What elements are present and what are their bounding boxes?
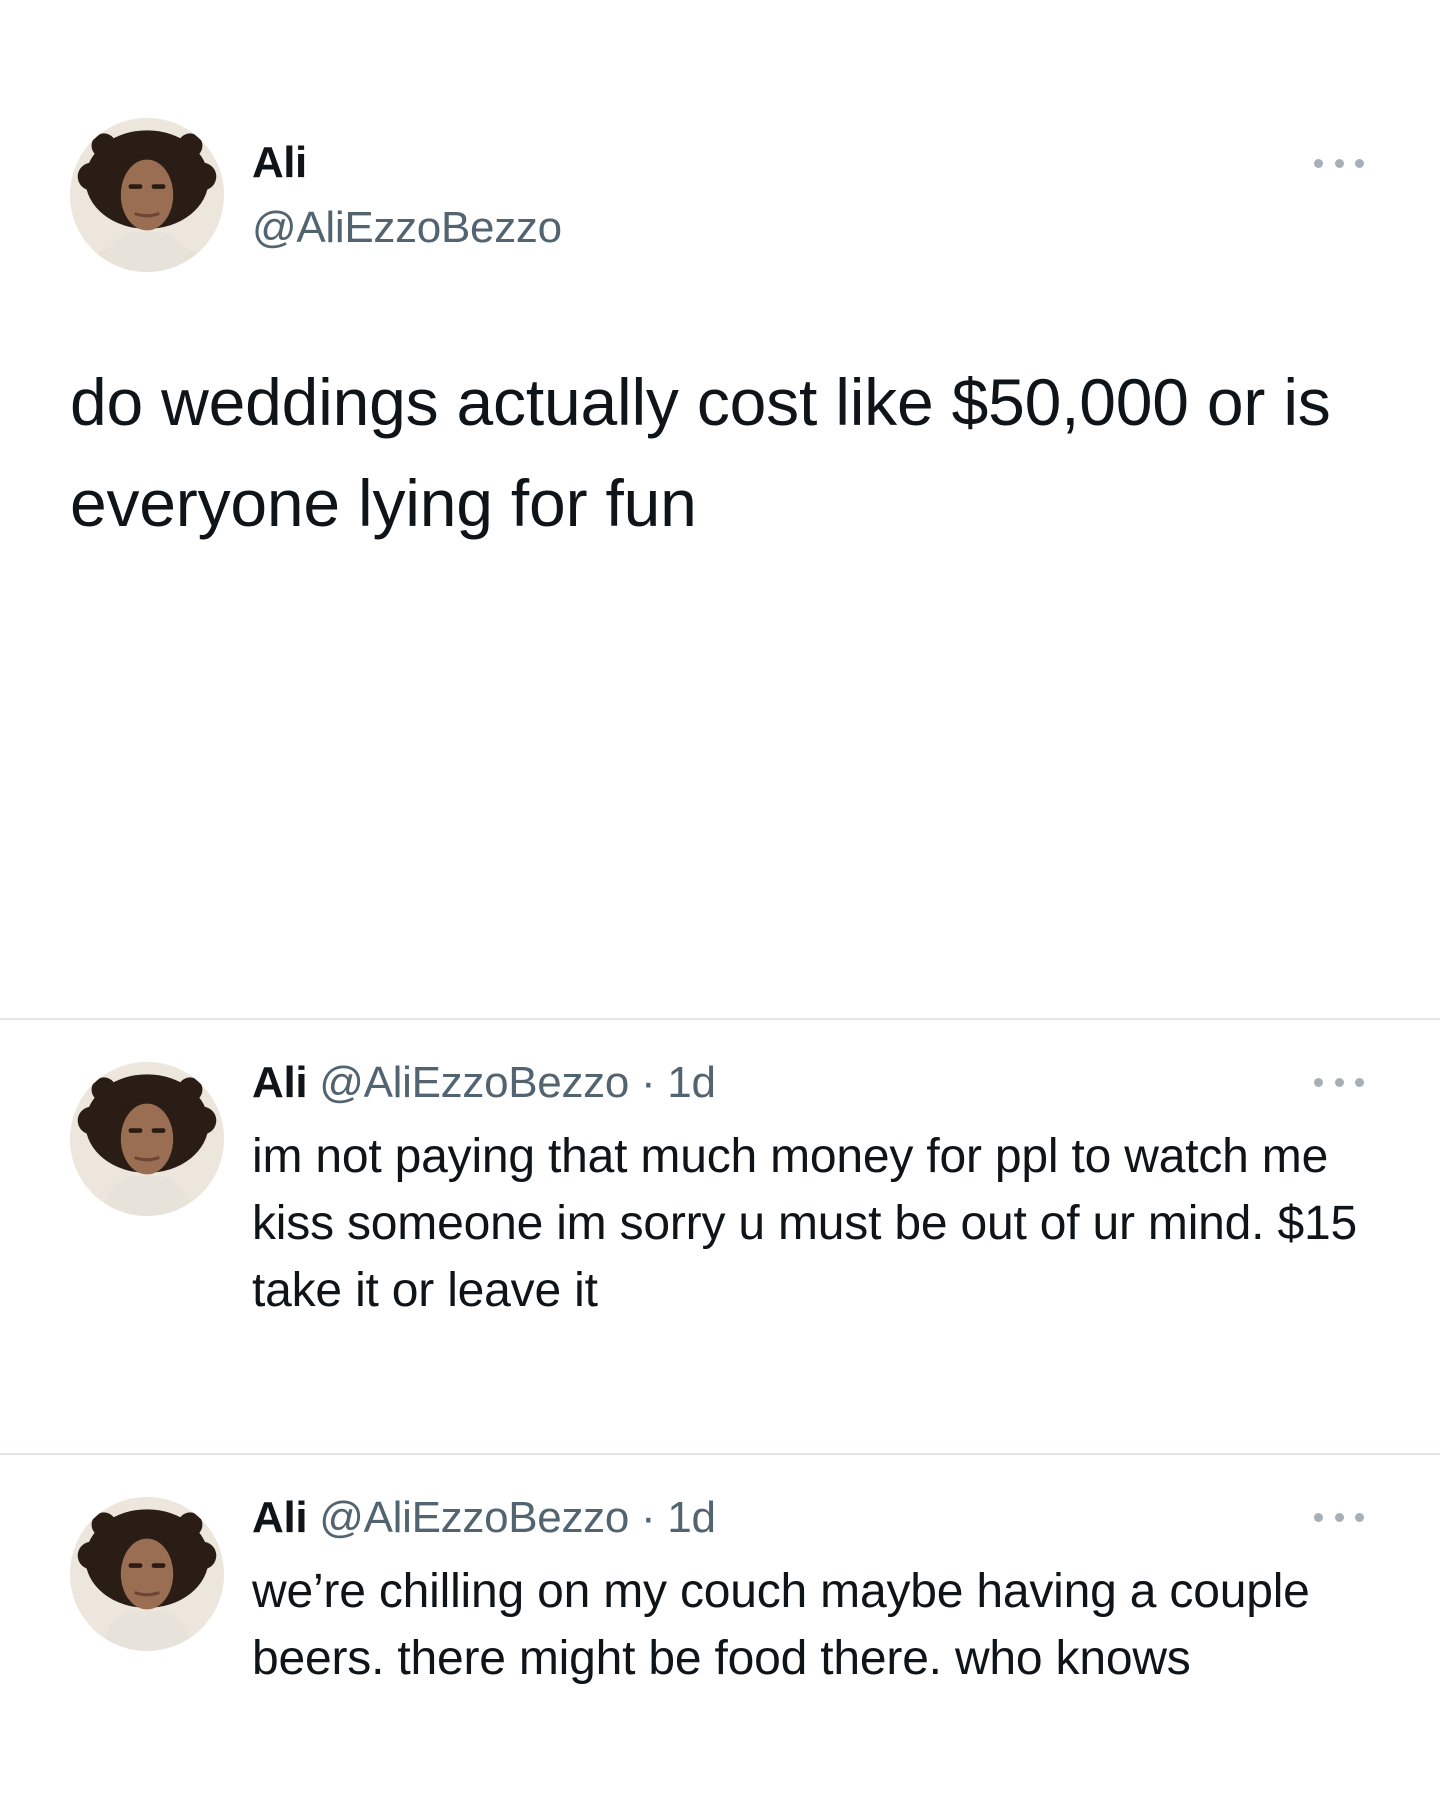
avatar[interactable] — [70, 118, 224, 272]
dot — [1314, 1512, 1323, 1522]
display-name[interactable]: Ali — [252, 1493, 308, 1542]
dot — [1314, 158, 1323, 168]
timestamp[interactable]: 1d — [667, 1058, 716, 1107]
dot — [1355, 1512, 1364, 1522]
dot — [1334, 158, 1344, 168]
dot — [1334, 1512, 1344, 1522]
separator: · — [640, 1058, 656, 1107]
dot — [1314, 1077, 1323, 1087]
tweet-text: we’re chilling on my couch maybe having … — [252, 1565, 1310, 1685]
timestamp[interactable]: 1d — [667, 1493, 716, 1542]
separator: · — [640, 1493, 656, 1542]
user-handle[interactable]: @AliEzzoBezzo — [319, 1493, 629, 1542]
user-handle[interactable]: @AliEzzoBezzo — [319, 1058, 629, 1107]
dot — [1355, 158, 1364, 168]
display-name[interactable]: Ali — [252, 1058, 308, 1107]
reply-header: Ali @AliEzzoBezzo · 1d — [252, 1493, 716, 1543]
divider — [0, 1453, 1440, 1455]
tweet-thread: Ali @AliEzzoBezzo do weddings actually c… — [0, 0, 1440, 1800]
tweet-text: do weddings actually cost like $50,000 o… — [70, 365, 1331, 540]
tweet-text: im not paying that much money for ppl to… — [252, 1130, 1357, 1317]
reply-header: Ali @AliEzzoBezzo · 1d — [252, 1058, 716, 1108]
display-name[interactable]: Ali — [252, 138, 307, 188]
profile-photo-icon — [70, 1497, 224, 1651]
user-handle[interactable]: @AliEzzoBezzo — [252, 203, 562, 253]
more-horizontal-icon[interactable] — [1314, 153, 1364, 173]
dot — [1334, 1077, 1344, 1087]
profile-photo-icon — [70, 1062, 224, 1216]
avatar[interactable] — [70, 1497, 224, 1651]
profile-photo-icon — [70, 118, 224, 272]
more-horizontal-icon[interactable] — [1314, 1072, 1364, 1092]
more-horizontal-icon[interactable] — [1314, 1507, 1364, 1527]
avatar[interactable] — [70, 1062, 224, 1216]
divider — [0, 1018, 1440, 1020]
dot — [1355, 1077, 1364, 1087]
